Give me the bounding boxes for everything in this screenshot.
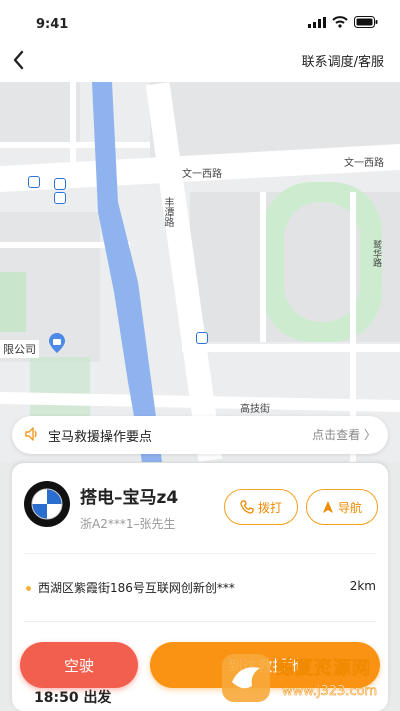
view-details-link[interactable]: 点击查看 〉 <box>312 426 376 443</box>
street-label: 鹫华路 <box>371 240 381 267</box>
bmw-logo-icon <box>24 481 70 527</box>
divider <box>24 553 376 554</box>
bus-stop-icon[interactable] <box>28 176 40 188</box>
street-label: 文一西路 <box>344 158 384 169</box>
phone-icon <box>240 500 254 514</box>
status-icons <box>308 16 378 28</box>
watermark-logo-icon <box>222 654 270 702</box>
empty-run-button[interactable]: 空驶 <box>20 642 138 688</box>
speaker-icon <box>25 427 37 441</box>
company-label: 限公司 <box>0 340 39 358</box>
notice-text: 宝马救援操作要点 <box>48 430 153 445</box>
rescue-address: 西湖区紫霞街186号互联网创新创*** <box>38 581 235 595</box>
bus-stop-icon[interactable] <box>196 332 208 344</box>
watermark: 鲸夏资源网 www.j323.com <box>220 652 396 710</box>
order-title: 搭电–宝马z4 <box>80 488 179 508</box>
navigate-button[interactable]: 导航 <box>306 489 378 525</box>
watermark-url: www.j323.com <box>282 684 378 700</box>
navigate-label: 导航 <box>337 500 362 515</box>
map-view[interactable]: 文一西路 文一西路 丰潭路 高技街 鹫华路 限公司 <box>0 82 400 462</box>
street-label: 丰潭路 <box>162 197 173 227</box>
call-button[interactable]: 拨打 <box>224 489 298 525</box>
bus-stop-icon[interactable] <box>54 192 66 204</box>
distance: 2km <box>349 579 376 593</box>
map-canvas <box>0 82 400 462</box>
navigation-bar: 联系调度/客服 <box>0 40 400 82</box>
divider <box>24 621 376 622</box>
status-bar: 9:41 <box>0 0 400 40</box>
call-label: 拨打 <box>257 500 282 515</box>
watermark-title: 鲸夏资源网 <box>276 658 371 680</box>
street-label: 文一西路 <box>182 169 222 180</box>
back-arrow-icon[interactable] <box>10 49 28 71</box>
status-time: 9:41 <box>36 17 69 32</box>
wifi-icon <box>332 16 348 28</box>
contact-dispatch-link[interactable]: 联系调度/客服 <box>302 51 384 70</box>
departure-time: 18:50 出发 <box>34 690 112 706</box>
navigation-arrow-icon <box>322 501 333 513</box>
street-label: 高技街 <box>240 404 270 415</box>
location-pin-icon[interactable] <box>48 332 66 354</box>
signal-icon <box>308 16 326 28</box>
notice-bar[interactable]: 宝马救援操作要点 点击查看 〉 <box>12 416 388 454</box>
address-dot <box>26 586 31 591</box>
plate-and-customer: 浙A2***1–张先生 <box>80 517 176 531</box>
battery-icon <box>354 16 378 28</box>
bus-stop-icon[interactable] <box>54 178 66 190</box>
empty-run-label: 空驶 <box>63 656 94 675</box>
